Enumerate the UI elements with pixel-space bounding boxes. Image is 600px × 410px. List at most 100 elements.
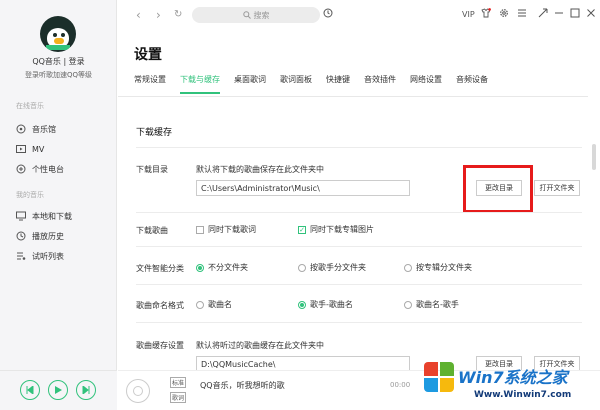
tab-network[interactable]: 网络设置 [410, 74, 442, 94]
mv-icon [16, 144, 26, 154]
lyrics-tag[interactable]: 歌词 [170, 392, 186, 403]
option-folder-by-album[interactable]: 按专辑分文件夹 [404, 262, 472, 273]
option-no-folder[interactable]: 不分文件夹 [196, 262, 248, 273]
sidebar-item-history[interactable]: 播放历史 [16, 227, 64, 245]
radio-button[interactable] [298, 300, 306, 309]
penguin-scarf [46, 45, 70, 50]
smart-folder-label: 文件智能分类 [136, 264, 184, 273]
settings-icon[interactable] [499, 8, 509, 21]
sidebar: QQ音乐 | 登录 登录听歌加速QQ等级 在线音乐 音乐馆 MV 个性电台 我的… [0, 0, 117, 410]
option-download-lyrics[interactable]: 同时下载歌词 [196, 224, 256, 235]
tabs-divider [118, 96, 588, 97]
music-hall-icon [16, 124, 26, 134]
radio-icon [16, 164, 26, 174]
option-download-album-art[interactable]: ✓ 同时下载专辑图片 [298, 224, 374, 235]
watermark-url: Www.Winwin7.com [474, 390, 572, 400]
skin-icon[interactable] [481, 8, 491, 21]
user-subtitle: 登录听歌加速QQ等级 [24, 71, 93, 79]
penguin-eye [53, 33, 57, 37]
open-download-folder-button[interactable]: 打开文件夹 [534, 180, 580, 196]
sidebar-item-label: MV [32, 144, 45, 154]
sidebar-item-label: 音乐馆 [32, 124, 56, 134]
vip-link[interactable]: VIP [462, 10, 475, 19]
album-disc-icon[interactable] [126, 379, 150, 403]
sidebar-item-music-hall[interactable]: 音乐馆 [16, 120, 56, 138]
next-icon [82, 386, 90, 394]
album-art-checkbox[interactable]: ✓ [298, 225, 306, 234]
sidebar-item-mv[interactable]: MV [16, 140, 44, 158]
mini-mode-icon[interactable] [538, 8, 548, 21]
watermark: Win7系统之家 Www.Winwin7.com [418, 360, 600, 410]
forward-arrow-icon[interactable]: › [156, 8, 161, 22]
option-folder-by-artist[interactable]: 按歌手分文件夹 [298, 262, 366, 273]
download-song-label: 下载歌曲 [136, 226, 168, 235]
scrollbar[interactable] [592, 144, 596, 170]
windows-logo-icon [424, 362, 456, 394]
tab-hotkeys[interactable]: 快捷键 [326, 74, 350, 94]
section-title: 下载缓存 [136, 128, 173, 138]
highlight-box [463, 165, 533, 213]
divider [136, 246, 582, 247]
elapsed-time: 00:00 [390, 381, 411, 389]
penguin-beak [54, 38, 64, 44]
radio-button[interactable] [298, 263, 306, 272]
tab-audio-device[interactable]: 音频设备 [456, 74, 488, 94]
lyrics-checkbox[interactable] [196, 225, 204, 234]
radio-button[interactable] [404, 300, 412, 309]
quality-tag[interactable]: 标准 [170, 377, 186, 388]
option-label: 同时下载专辑图片 [310, 225, 374, 234]
previous-icon [26, 386, 34, 394]
play-icon [55, 386, 62, 394]
download-dir-field[interactable] [196, 180, 410, 196]
menu-icon[interactable] [517, 8, 527, 21]
avatar[interactable] [40, 16, 76, 52]
sidebar-item-label: 试听列表 [32, 251, 64, 261]
divider [136, 322, 582, 323]
tab-sound-plugins[interactable]: 音效插件 [364, 74, 396, 94]
cache-hint: 默认将听过的歌曲缓存在此文件夹中 [196, 341, 324, 350]
history-icon [16, 231, 26, 241]
user-login-link[interactable]: QQ音乐 | 登录 [0, 56, 117, 67]
search-input[interactable]: 搜索 [192, 7, 320, 23]
player-controls [0, 370, 117, 410]
sidebar-item-label: 本地和下载 [32, 211, 72, 221]
tab-desktop-lyrics[interactable]: 桌面歌词 [234, 74, 266, 94]
sidebar-item-label: 播放历史 [32, 231, 64, 241]
option-label: 不分文件夹 [208, 263, 248, 272]
top-bar: ‹ › ↻ 搜索 VIP [118, 0, 600, 30]
minimize-icon[interactable] [554, 8, 564, 21]
back-arrow-icon[interactable]: ‹ [136, 8, 141, 22]
radio-button[interactable] [196, 300, 204, 309]
sidebar-item-radio[interactable]: 个性电台 [16, 160, 64, 178]
play-button[interactable] [48, 380, 68, 400]
option-name-title-artist[interactable]: 歌曲名-歌手 [404, 299, 459, 310]
option-name-artist-title[interactable]: 歌手-歌曲名 [298, 299, 353, 310]
sidebar-item-trial-list[interactable]: 试听列表 [16, 247, 64, 265]
previous-button[interactable] [20, 380, 40, 400]
refresh-icon[interactable]: ↻ [174, 9, 182, 20]
tab-general[interactable]: 常规设置 [134, 74, 166, 94]
radio-button[interactable] [196, 263, 204, 272]
next-button[interactable] [76, 380, 96, 400]
tab-lyrics-panel[interactable]: 歌词面板 [280, 74, 312, 94]
option-label: 歌曲名-歌手 [416, 300, 459, 309]
radio-button[interactable] [404, 263, 412, 272]
section-my-music: 我的音乐 [16, 191, 44, 199]
page-title: 设置 [134, 47, 162, 63]
option-name-title[interactable]: 歌曲名 [196, 299, 232, 310]
watermark-brand: Win7系统之家 [458, 368, 568, 387]
main-panel: ‹ › ↻ 搜索 VIP 设置 常规设置 下载与缓存 桌面歌词 歌词面板 快捷键… [118, 0, 600, 410]
cache-label: 歌曲缓存设置 [136, 341, 184, 350]
option-label: 歌手-歌曲名 [310, 300, 353, 309]
close-icon[interactable] [586, 8, 596, 21]
maximize-icon[interactable] [570, 8, 580, 21]
now-playing-title: QQ音乐，听我想听的歌 [200, 381, 285, 390]
option-label: 按专辑分文件夹 [416, 263, 472, 272]
option-label: 歌曲名 [208, 300, 232, 309]
naming-format-label: 歌曲命名格式 [136, 301, 184, 310]
sidebar-item-local-download[interactable]: 本地和下载 [16, 207, 72, 225]
music-recognition-icon[interactable] [323, 8, 333, 21]
settings-tabs: 常规设置 下载与缓存 桌面歌词 歌词面板 快捷键 音效插件 网络设置 音频设备 [134, 74, 502, 94]
section-online-music: 在线音乐 [16, 102, 44, 110]
tab-download-cache[interactable]: 下载与缓存 [180, 74, 220, 94]
